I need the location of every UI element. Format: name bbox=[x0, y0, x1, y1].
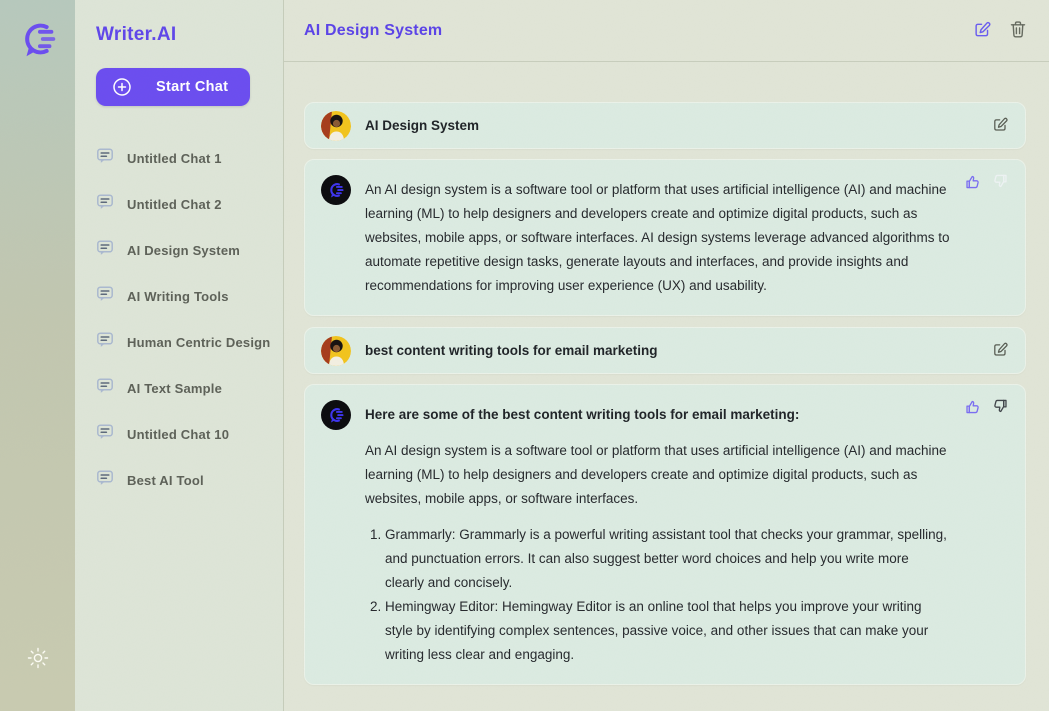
sidebar-item-untitled-chat-1[interactable]: Untitled Chat 1 bbox=[96, 146, 283, 170]
sidebar-item-best-ai-tool[interactable]: Best AI Tool bbox=[96, 468, 283, 492]
chat-title: AI Design System bbox=[304, 22, 442, 40]
writer-logo-icon[interactable] bbox=[15, 16, 61, 67]
user-message-text: AI Design System bbox=[365, 118, 1009, 133]
sidebar: Writer.AI Start Chat Untitled Chat 1 Unt… bbox=[75, 0, 284, 711]
assistant-heading: Here are some of the best content writin… bbox=[365, 403, 950, 427]
user-message-card: AI Design System bbox=[304, 102, 1026, 149]
assistant-message-body: An AI design system is a software tool o… bbox=[365, 175, 950, 298]
edit-pencil-icon bbox=[992, 341, 1009, 361]
sidebar-item-ai-design-system[interactable]: AI Design System bbox=[96, 238, 283, 262]
chat-bubble-icon bbox=[96, 331, 114, 354]
edit-message-button[interactable] bbox=[992, 341, 1009, 361]
assistant-paragraph: An AI design system is a software tool o… bbox=[365, 178, 950, 298]
main-panel: AI Design System bbox=[284, 0, 1049, 711]
thumbs-down-icon bbox=[992, 398, 1009, 418]
chat-bubble-icon bbox=[96, 377, 114, 400]
chat-item-label: AI Design System bbox=[127, 243, 240, 258]
thumbs-up-icon bbox=[964, 173, 981, 193]
sidebar-item-human-centric-design[interactable]: Human Centric Design bbox=[96, 330, 283, 354]
thumbs-down-button[interactable] bbox=[992, 173, 1009, 193]
assistant-avatar bbox=[321, 400, 351, 430]
thumbs-down-button[interactable] bbox=[992, 398, 1009, 418]
thumbs-down-icon bbox=[992, 173, 1009, 193]
assistant-paragraph: An AI design system is a software tool o… bbox=[365, 439, 950, 511]
thumbs-up-icon bbox=[964, 398, 981, 418]
trash-icon bbox=[1009, 20, 1027, 42]
edit-message-button[interactable] bbox=[992, 116, 1009, 136]
user-avatar bbox=[321, 336, 351, 366]
chat-item-label: Best AI Tool bbox=[127, 473, 204, 488]
sidebar-item-untitled-chat-2[interactable]: Untitled Chat 2 bbox=[96, 192, 283, 216]
start-chat-button[interactable]: Start Chat bbox=[96, 68, 250, 106]
list-item: Grammarly: Grammarly is a powerful writi… bbox=[385, 523, 950, 595]
chat-bubble-icon bbox=[96, 147, 114, 170]
chat-item-label: Untitled Chat 2 bbox=[127, 197, 222, 212]
plus-circle-icon bbox=[112, 77, 132, 97]
assistant-avatar bbox=[321, 175, 351, 205]
assistant-list: Grammarly: Grammarly is a powerful writi… bbox=[368, 523, 950, 667]
assistant-message-body: Here are some of the best content writin… bbox=[365, 400, 950, 667]
chat-bubble-icon bbox=[96, 193, 114, 216]
sidebar-item-untitled-chat-10[interactable]: Untitled Chat 10 bbox=[96, 422, 283, 446]
edit-pencil-icon bbox=[973, 20, 992, 42]
chat-item-label: AI Writing Tools bbox=[127, 289, 229, 304]
start-chat-label: Start Chat bbox=[156, 79, 228, 95]
chat-list: Untitled Chat 1 Untitled Chat 2 AI Desig… bbox=[96, 146, 283, 492]
list-item: Hemingway Editor: Hemingway Editor is an… bbox=[385, 595, 950, 667]
assistant-message-card: An AI design system is a software tool o… bbox=[304, 159, 1026, 316]
sidebar-item-ai-text-sample[interactable]: AI Text Sample bbox=[96, 376, 283, 400]
chat-bubble-icon bbox=[96, 239, 114, 262]
user-avatar bbox=[321, 111, 351, 141]
chat-item-label: Untitled Chat 1 bbox=[127, 151, 222, 166]
chat-item-label: Human Centric Design bbox=[127, 335, 270, 350]
thumbs-up-button[interactable] bbox=[964, 173, 981, 193]
chat-item-label: Untitled Chat 10 bbox=[127, 427, 229, 442]
chat-bubble-icon bbox=[96, 285, 114, 308]
edit-pencil-icon bbox=[992, 116, 1009, 136]
thumbs-up-button[interactable] bbox=[964, 398, 981, 418]
app-title: Writer.AI bbox=[96, 24, 283, 46]
messages-area: AI Design System An AI design system is … bbox=[284, 62, 1049, 711]
sidebar-item-ai-writing-tools[interactable]: AI Writing Tools bbox=[96, 284, 283, 308]
rename-chat-button[interactable] bbox=[973, 20, 992, 42]
user-message-text: best content writing tools for email mar… bbox=[365, 343, 1009, 358]
chat-bubble-icon bbox=[96, 423, 114, 446]
user-message-card: best content writing tools for email mar… bbox=[304, 327, 1026, 374]
chat-bubble-icon bbox=[96, 469, 114, 492]
sun-icon[interactable] bbox=[26, 646, 50, 675]
chat-header: AI Design System bbox=[284, 0, 1049, 62]
chat-item-label: AI Text Sample bbox=[127, 381, 222, 396]
app-rail bbox=[0, 0, 75, 711]
assistant-message-card: Here are some of the best content writin… bbox=[304, 384, 1026, 685]
delete-chat-button[interactable] bbox=[1009, 20, 1027, 42]
